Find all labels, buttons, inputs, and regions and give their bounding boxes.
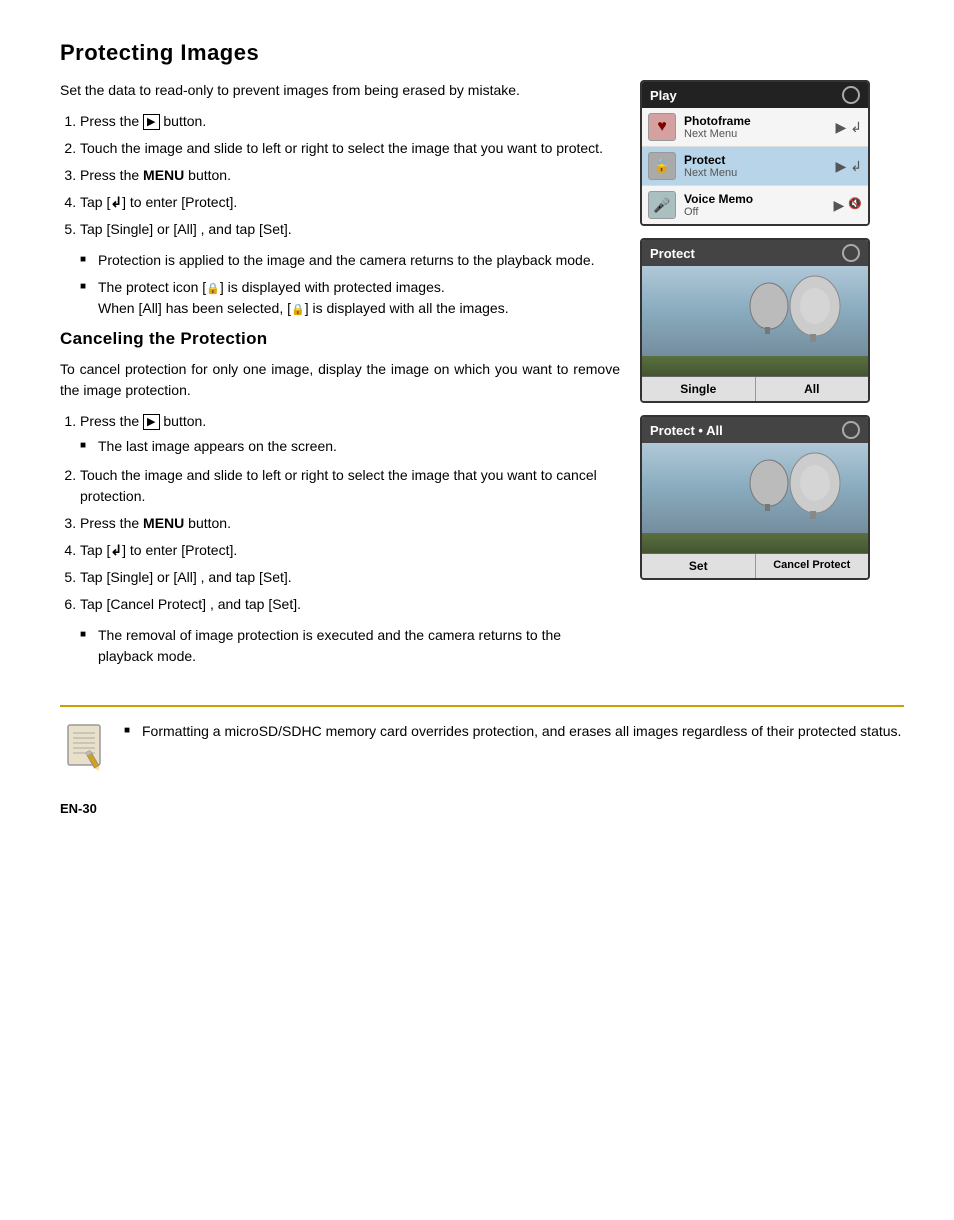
voice-memo-text: Voice Memo Off [684, 192, 834, 218]
photoframe-sub: Next Menu [684, 128, 835, 140]
all-button[interactable]: All [756, 377, 869, 401]
protect-image-area [642, 266, 868, 376]
bullets-list-2: The removal of image protection is execu… [80, 625, 620, 667]
bullet-2-1: The removal of image protection is execu… [80, 625, 620, 667]
voice-memo-sub: Off [684, 206, 834, 218]
step-2-5: Tap [Single] or [All] , and tap [Set]. [80, 567, 620, 588]
step-2-2: Touch the image and slide to left or rig… [80, 465, 620, 507]
page-title: Protecting Images [60, 40, 904, 66]
left-column: Set the data to read-only to prevent ima… [60, 80, 620, 675]
protect-all-screenshot: Protect • All [640, 415, 870, 580]
step-2-6: Tap [Cancel Protect] , and tap [Set]. [80, 594, 620, 615]
section2-title: Canceling the Protection [60, 329, 620, 349]
protect-all-buttons: Set Cancel Protect [642, 553, 868, 578]
step-1-3: Press the MENU button. [80, 165, 620, 186]
balloon-4 [748, 458, 790, 513]
bullets-list-1: Protection is applied to the image and t… [80, 250, 620, 319]
protect-all-header: Protect • All [642, 417, 868, 443]
steps-list-2: Press the ▶ button. The last image appea… [80, 411, 620, 615]
steps-list-1: Press the ▶ button. Touch the image and … [80, 111, 620, 240]
note-section: Formatting a microSD/SDHC memory card ov… [60, 705, 904, 771]
note-text: Formatting a microSD/SDHC memory card ov… [124, 721, 904, 742]
photoframe-icon: ♥ [648, 113, 676, 141]
note-icon [60, 721, 110, 771]
photoframe-text: Photoframe Next Menu [684, 114, 835, 140]
step-1-5: Tap [Single] or [All] , and tap [Set]. [80, 219, 620, 240]
protect-arrows: ▶ ↲ [835, 158, 862, 175]
single-button[interactable]: Single [642, 377, 756, 401]
step-2-4: Tap [↲] to enter [Protect]. [80, 540, 620, 561]
protect-sub: Next Menu [684, 167, 835, 179]
cancel-protect-button[interactable]: Cancel Protect [756, 554, 869, 578]
step-1-4: Tap [↲] to enter [Protect]. [80, 192, 620, 213]
bullet-1-1: Protection is applied to the image and t… [80, 250, 620, 271]
step-1-2: Touch the image and slide to left or rig… [80, 138, 620, 159]
play-menu-row-3: 🎤 Voice Memo Off ▶ 🔇 [642, 186, 868, 224]
play-menu-row-1: ♥ Photoframe Next Menu ▶ ↲ [642, 108, 868, 147]
intro-text: Set the data to read-only to prevent ima… [60, 80, 620, 101]
menu-circle-icon [842, 86, 860, 104]
ground [642, 356, 868, 376]
bullet-screen: The last image appears on the screen. [80, 436, 620, 457]
balloon-3 [788, 451, 843, 519]
step-2-3: Press the MENU button. [80, 513, 620, 534]
ground-2 [642, 533, 868, 553]
footer: EN-30 [60, 801, 904, 816]
photoframe-arrows: ▶ ↲ [835, 119, 862, 136]
set-button[interactable]: Set [642, 554, 756, 578]
voice-memo-icon: 🎤 [648, 191, 676, 219]
balloon-1 [788, 274, 843, 342]
note-bullets: Formatting a microSD/SDHC memory card ov… [124, 721, 904, 748]
photoframe-label: Photoframe [684, 114, 835, 128]
play-menu-row-2: 🔒 Protect Next Menu ▶ ↲ [642, 147, 868, 186]
protect-menu-title: Protect [650, 246, 695, 261]
protect-screenshot: Protect [640, 238, 870, 403]
play-button-symbol-2: ▶ [143, 414, 159, 430]
protect-text: Protect Next Menu [684, 153, 835, 179]
cancel-intro: To cancel protection for only one image,… [60, 359, 620, 401]
balloon-2 [748, 281, 790, 336]
bullet-1-2: The protect icon [🔒] is displayed with p… [80, 277, 620, 319]
protect-all-title: Protect • All [650, 423, 723, 438]
page-number: EN-30 [60, 801, 97, 816]
protect-header: Protect [642, 240, 868, 266]
protect-all-circle-icon [842, 421, 860, 439]
protect-icon: 🔒 [648, 152, 676, 180]
play-menu-screenshot: Play ♥ Photoframe Next Menu ▶ ↲ 🔒 Protec… [640, 80, 870, 226]
protect-circle-icon [842, 244, 860, 262]
protect-buttons: Single All [642, 376, 868, 401]
protect-all-image-area [642, 443, 868, 553]
step-2-1: Press the ▶ button. The last image appea… [80, 411, 620, 457]
voice-memo-arrows: ▶ 🔇 [834, 197, 862, 214]
play-menu-header: Play [642, 82, 868, 108]
voice-memo-label: Voice Memo [684, 192, 834, 206]
step-1-1: Press the ▶ button. [80, 111, 620, 132]
play-button-symbol: ▶ [143, 114, 159, 130]
protect-label: Protect [684, 153, 835, 167]
right-column: Play ♥ Photoframe Next Menu ▶ ↲ 🔒 Protec… [640, 80, 870, 675]
play-menu-title: Play [650, 88, 677, 103]
